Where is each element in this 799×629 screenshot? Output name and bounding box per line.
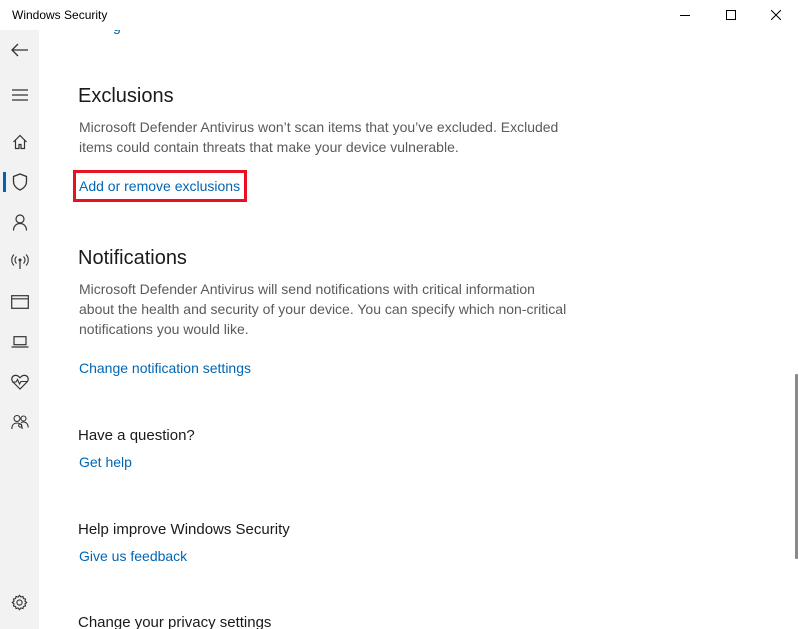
vertical-scrollbar[interactable] bbox=[795, 374, 798, 559]
menu-button[interactable] bbox=[0, 78, 39, 112]
windows-security-window: Windows Security Exclusions Microsoft De… bbox=[0, 0, 799, 629]
nav-app-browser-control[interactable] bbox=[0, 285, 39, 319]
gear-icon bbox=[11, 594, 28, 610]
laptop-icon bbox=[11, 336, 28, 348]
exclusions-description: Microsoft Defender Antivirus won’t scan … bbox=[79, 119, 559, 155]
maximize-button[interactable] bbox=[708, 0, 754, 30]
question-heading: Have a question? bbox=[78, 427, 195, 444]
home-icon bbox=[12, 134, 27, 150]
minimize-button[interactable] bbox=[662, 0, 708, 30]
close-icon bbox=[771, 10, 781, 20]
improve-heading: Help improve Windows Security bbox=[78, 521, 290, 538]
nav-device-performance[interactable] bbox=[0, 365, 39, 399]
antenna-icon bbox=[10, 254, 29, 269]
close-button[interactable] bbox=[753, 0, 799, 30]
settings-content: g Exclusions Microsoft Defender Antiviru… bbox=[39, 30, 791, 629]
nav-virus-protection[interactable] bbox=[0, 165, 39, 199]
scrolled-off-link: g bbox=[113, 30, 121, 34]
notifications-description: Microsoft Defender Antivirus will send n… bbox=[79, 281, 567, 337]
person-icon bbox=[12, 213, 27, 231]
nav-rail bbox=[0, 30, 39, 629]
nav-settings[interactable] bbox=[0, 585, 39, 619]
window-title: Windows Security bbox=[12, 8, 108, 22]
nav-account-protection[interactable] bbox=[0, 205, 39, 239]
exclusions-heading: Exclusions bbox=[78, 85, 174, 107]
notifications-heading: Notifications bbox=[78, 247, 187, 269]
minimize-icon bbox=[680, 15, 690, 16]
nav-firewall[interactable] bbox=[0, 245, 39, 279]
add-remove-exclusions-link[interactable]: Add or remove exclusions bbox=[79, 178, 240, 194]
give-feedback-link[interactable]: Give us feedback bbox=[79, 548, 187, 564]
family-icon bbox=[10, 414, 29, 430]
heart-pulse-icon bbox=[10, 374, 29, 390]
hamburger-menu-icon bbox=[11, 89, 28, 101]
back-button[interactable] bbox=[0, 33, 39, 67]
browser-window-icon bbox=[10, 295, 29, 309]
back-arrow-icon bbox=[10, 43, 28, 57]
privacy-heading: Change your privacy settings bbox=[78, 614, 272, 629]
nav-family-options[interactable] bbox=[0, 405, 39, 439]
title-bar: Windows Security bbox=[0, 0, 799, 30]
get-help-link[interactable]: Get help bbox=[79, 454, 132, 470]
change-notification-settings-link[interactable]: Change notification settings bbox=[79, 360, 251, 376]
nav-device-security[interactable] bbox=[0, 325, 39, 359]
nav-home[interactable] bbox=[0, 125, 39, 159]
shield-icon bbox=[12, 173, 27, 191]
maximize-icon bbox=[726, 10, 736, 20]
